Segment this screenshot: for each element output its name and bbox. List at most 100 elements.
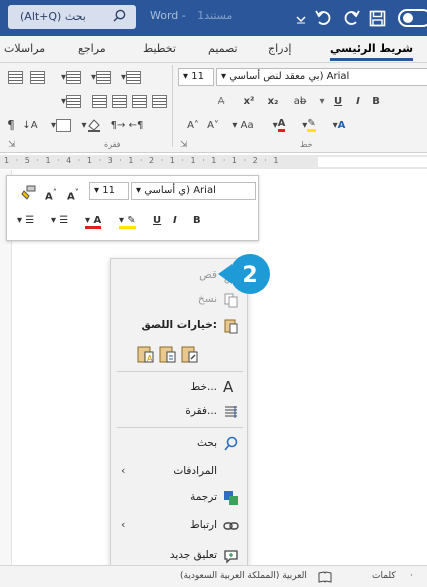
decrease-indent-button[interactable]: [28, 68, 46, 86]
format-painter-icon[interactable]: [21, 185, 37, 201]
mini-font-size-combo[interactable]: ▾ 11: [89, 182, 129, 200]
menu-item-search[interactable]: بحث: [111, 433, 249, 455]
font-size-combo[interactable]: ▾ 11: [178, 68, 214, 86]
ribbon-home: ▾ ▾ ▾ ▾ ¶ ↓A ▾ ▾ ¶→ ←¶ فقرة ⇲ ⇲ ▾ 11 ▾ ب…: [0, 63, 427, 153]
ltr-button[interactable]: ¶→: [110, 116, 126, 134]
font-size-value: 11: [191, 71, 204, 82]
ruler-marks: 1 · 5 · 1 · 4 · 1 · 3 · 1 · 2 · 1 · 1 · …: [4, 156, 281, 165]
show-marks-button[interactable]: ¶: [4, 116, 18, 134]
underline-dropdown[interactable]: ▾: [316, 92, 328, 110]
strikethrough-button[interactable]: ab̶: [288, 92, 312, 110]
align-right-button[interactable]: [110, 92, 128, 110]
menu-search-label: بحث: [196, 437, 217, 449]
mini-shrink-font-button[interactable]: A˅: [67, 187, 79, 202]
horizontal-ruler[interactable]: 1 · 5 · 1 · 4 · 1 · 3 · 1 · 2 · 1 · 1 · …: [0, 155, 427, 169]
step-number: 2: [242, 263, 257, 288]
font-name-combo[interactable]: ▾ بي معقد لنص أساسي) Arial: [216, 68, 427, 86]
bold-button[interactable]: B: [368, 92, 384, 110]
context-menu: قص نسخ خيارات اللصق: A خط... A فقرة... ب…: [110, 258, 248, 580]
underline-icon: U: [333, 95, 343, 107]
menu-item-new-comment[interactable]: تعليق جديد: [111, 545, 249, 567]
redo-icon[interactable]: [342, 9, 360, 27]
mini-highlight-button[interactable]: ▾ ✎: [119, 215, 136, 229]
tab-layout[interactable]: تخطيط: [143, 42, 176, 55]
text-effects-button[interactable]: A̶: [212, 92, 230, 110]
menu-item-paragraph[interactable]: فقرة...: [111, 401, 249, 423]
mini-font-color-button[interactable]: ▾ A: [85, 215, 102, 229]
center-icon: [131, 94, 147, 108]
tab-insert[interactable]: إدراج: [268, 42, 291, 55]
font-a-icon: A: [223, 378, 234, 396]
mini-grow-font-button[interactable]: A˄: [45, 187, 57, 202]
menu-item-synonyms[interactable]: المرادفات ‹: [111, 461, 249, 483]
borders-button[interactable]: ▾: [48, 116, 74, 134]
increase-indent-button[interactable]: [6, 68, 24, 86]
tab-design[interactable]: تصميم: [208, 42, 238, 55]
highlight-button[interactable]: ▾ ✎: [296, 116, 322, 134]
multilevel-list-icon: [66, 70, 82, 84]
mini-bullets-button[interactable]: ▾ ☰: [17, 215, 34, 226]
autosave-toggle[interactable]: [398, 9, 427, 27]
status-language[interactable]: العربية (المملكة العربية السعودية): [180, 571, 307, 581]
shading-button[interactable]: ▾: [78, 116, 104, 134]
search-icon: [113, 9, 126, 22]
underline-button[interactable]: U: [330, 92, 346, 110]
search-box[interactable]: (Alt+Q) بحث: [8, 5, 136, 29]
paste-merge-formatting-icon[interactable]: [159, 344, 177, 364]
align-left-button[interactable]: [150, 92, 168, 110]
undo-icon[interactable]: [315, 9, 333, 27]
mini-numbering-button[interactable]: ▾ ☰: [51, 215, 68, 226]
menu-paste-options-label: خيارات اللصق:: [141, 319, 218, 331]
text-effects-icon: A̶: [217, 95, 225, 107]
multilevel-list-button[interactable]: ▾: [58, 68, 84, 86]
shrink-font-button[interactable]: A˅: [204, 116, 222, 134]
mini-italic-button[interactable]: I: [173, 215, 177, 226]
status-dot: ·: [410, 571, 413, 581]
font-color-button[interactable]: ▾ A: [266, 116, 292, 134]
paragraph-dialog-launcher-icon[interactable]: ⇲: [8, 140, 16, 150]
italic-button[interactable]: I: [350, 92, 366, 110]
pilcrow-icon: ¶: [7, 118, 15, 132]
center-button[interactable]: [130, 92, 148, 110]
chevron-left-icon: ‹: [121, 518, 126, 531]
bullets-button[interactable]: ▾: [118, 68, 144, 86]
mini-shrink-font-icon: A: [67, 191, 75, 203]
numbering-button[interactable]: ▾: [88, 68, 114, 86]
menu-item-font[interactable]: خط... A: [111, 377, 249, 399]
paste-keep-text-only-icon[interactable]: [181, 344, 199, 364]
justify-icon: [91, 94, 107, 108]
rtl-button[interactable]: ←¶: [128, 116, 144, 134]
clear-formatting-button[interactable]: ▾ A: [326, 116, 352, 134]
justify-button[interactable]: [90, 92, 108, 110]
ribbon-tabs: مراسلات مراجع تخطيط تصميم إدراج شريط الر…: [0, 36, 427, 63]
menu-item-translate[interactable]: ترجمة: [111, 487, 249, 509]
line-spacing-button[interactable]: ▾: [58, 92, 84, 110]
change-case-button[interactable]: ▾ Aa: [226, 116, 260, 134]
paste-keep-source-formatting-icon[interactable]: A: [137, 344, 155, 364]
superscript-button[interactable]: x²: [238, 92, 260, 110]
sort-button[interactable]: ↓A: [22, 116, 38, 134]
tab-home[interactable]: شريط الرئيسي: [330, 42, 414, 61]
mini-toolbar: A˄ A˅ ▾ 11 ▾ ي أساسي) Arial ▾ ☰ ▾ ☰ ▾ A …: [6, 175, 259, 241]
step-badge: 2: [218, 254, 270, 294]
status-word-count[interactable]: كلمات: [372, 571, 396, 581]
app-name: Word: [150, 9, 179, 22]
grow-font-icon: A˄: [187, 119, 199, 131]
translate-icon: [224, 491, 238, 505]
menu-item-link[interactable]: ارتباط ‹: [111, 515, 249, 537]
mini-underline-button[interactable]: U: [153, 215, 161, 226]
tab-mailings[interactable]: مراسلات: [4, 42, 45, 55]
link-icon: [223, 522, 239, 530]
paragraph-icon: [225, 406, 237, 418]
paste-options-row: A: [111, 341, 249, 367]
mini-font-name-combo[interactable]: ▾ ي أساسي) Arial: [131, 182, 256, 200]
proofing-book-icon[interactable]: [318, 571, 332, 583]
mini-bold-button[interactable]: B: [193, 215, 201, 226]
save-icon[interactable]: [369, 10, 386, 27]
tab-references[interactable]: مراجع: [78, 42, 106, 55]
subscript-button[interactable]: x₂: [262, 92, 284, 110]
grow-font-button[interactable]: A˄: [184, 116, 202, 134]
customize-qat-icon[interactable]: [296, 11, 306, 25]
font-dialog-launcher-icon[interactable]: ⇲: [180, 140, 188, 150]
document-name: مستند1: [197, 9, 233, 22]
